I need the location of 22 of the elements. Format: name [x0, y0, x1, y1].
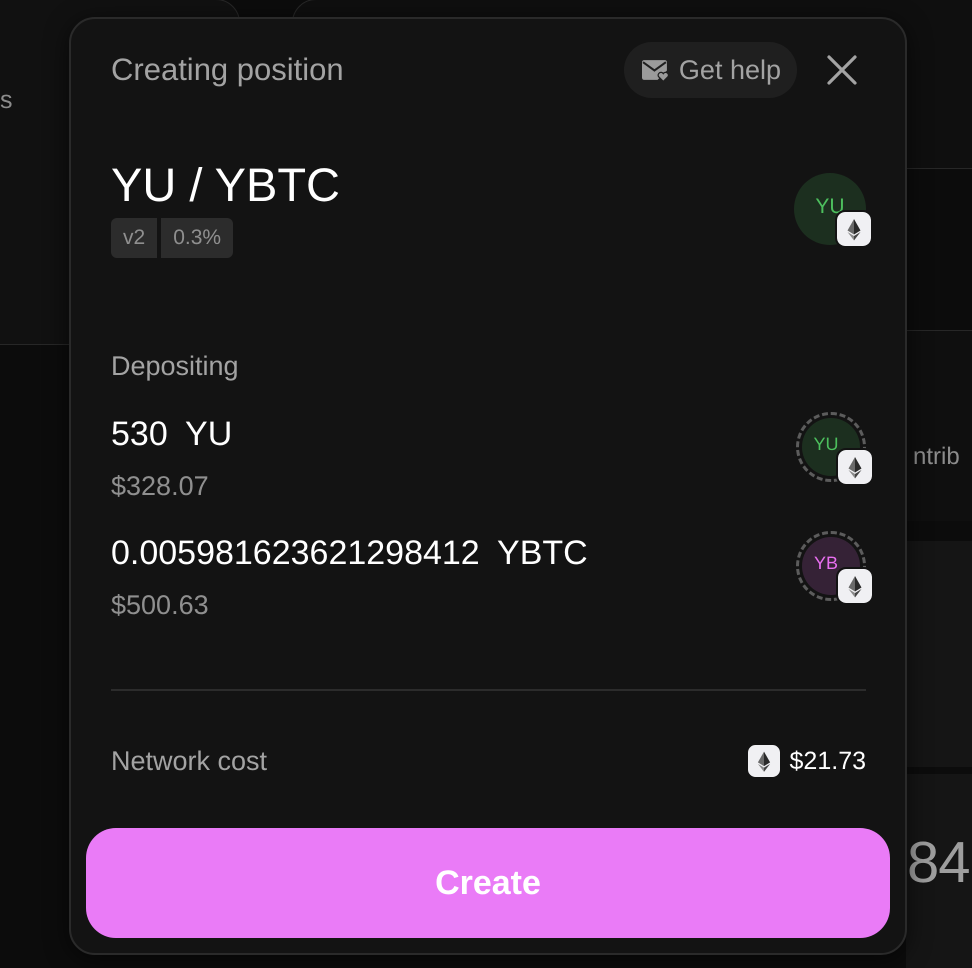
token-amount: 0.005981623621298412 YBTC [111, 533, 588, 573]
pair-tag: v2 [111, 218, 158, 258]
token-symbol: YU [813, 434, 838, 454]
token-amount: 530 YU [111, 414, 232, 454]
dialog-title: Creating position [111, 52, 344, 88]
stat-value: 84 [907, 830, 970, 895]
diamond-icon [836, 448, 874, 486]
help-button[interactable]: Get help [624, 42, 797, 98]
network-cost-value: $21.73 [790, 746, 866, 776]
pair-tag: 0.3% [161, 218, 234, 258]
usd-value: $328.07 [111, 471, 209, 501]
panel-text: s [0, 86, 12, 114]
close-icon [826, 54, 858, 86]
usd-value: $500.63 [111, 590, 209, 620]
pair-title: YU / YBTC [111, 160, 340, 210]
token-symbol: YB [814, 553, 838, 573]
panel-text: ntrib [913, 443, 960, 470]
section-label: Depositing [111, 351, 239, 381]
token-symbol: YU [815, 195, 845, 219]
network-cost-label: Network cost [111, 746, 268, 776]
close-button[interactable] [826, 54, 858, 86]
mail-icon [642, 58, 669, 82]
